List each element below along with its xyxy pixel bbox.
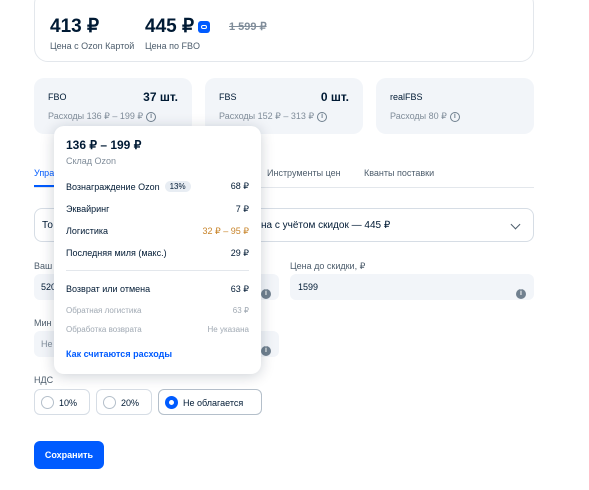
popover-row-acquiring: Эквайринг 7 ₽: [66, 204, 249, 216]
warehouse-expenses-text: Расходы 152 ₽ – 313 ₽: [219, 111, 315, 121]
popover-row-label: Логистика: [66, 226, 109, 236]
fbo-price-row: 445 ₽: [145, 15, 211, 38]
popover-row-label: Эквайринг: [66, 204, 110, 214]
popover-row-label: Обратная логистика: [66, 306, 142, 315]
info-icon[interactable]: i: [516, 282, 526, 300]
popover-row-value: 32 ₽ – 95 ₽: [202, 226, 249, 236]
min-price-label: Мин: [34, 318, 52, 328]
popover-row-label: Последняя миля (макс.): [66, 248, 167, 258]
price-before-discount-field[interactable]: 1599 i: [290, 274, 534, 300]
warehouse-quantity: 0 шт.: [320, 90, 349, 104]
popover-divider: [66, 270, 249, 271]
radio-circle: [103, 396, 116, 409]
price-summary-card: 413 ₽ Цена с Ozon Картой 445 ₽ Цена по F…: [34, 0, 534, 62]
ozon-card-price: 413 ₽: [50, 16, 100, 37]
vat-label: НДС: [34, 375, 54, 385]
warehouse-name: FBS: [219, 92, 237, 102]
old-price: 1 599 ₽: [229, 21, 267, 33]
popover-row-label: Вознаграждение Ozon 13%: [66, 181, 191, 192]
popover-row-logistics: Логистика 32 ₽ – 95 ₽: [66, 226, 249, 238]
tab-price-management[interactable]: Упра: [34, 168, 54, 178]
min-price-value: Не: [41, 339, 53, 349]
popover-row-value: 63 ₽: [232, 306, 249, 315]
info-icon[interactable]: i: [146, 111, 157, 122]
popover-title: 136 ₽ – 199 ₽: [66, 138, 142, 152]
commission-label: Вознаграждение Ozon: [66, 181, 160, 192]
expenses-info-link[interactable]: Как считаются расходы: [66, 349, 172, 359]
vat-option-label: 20%: [121, 398, 140, 408]
popover-row-value: 63 ₽: [230, 284, 249, 294]
warehouse-expenses: Расходы 80 ₽ i: [390, 111, 460, 122]
popover-row-return: Возврат или отмена 63 ₽: [66, 284, 249, 296]
fbo-price-block: 445 ₽ Цена по FBO: [145, 15, 211, 51]
info-icon[interactable]: i: [317, 111, 328, 122]
warehouse-card-realfbs[interactable]: realFBS Расходы 80 ₽ i: [376, 78, 534, 134]
tab-price-tools[interactable]: Инструменты цен: [267, 168, 341, 178]
chevron-down-icon: [510, 219, 521, 230]
vat-option-10[interactable]: 10%: [34, 389, 90, 415]
old-price-block: 1 599 ₽: [229, 20, 267, 33]
select-value: на с учётом скидок — 445 ₽: [261, 220, 391, 231]
warehouse-expenses-text: Расходы 80 ₽: [390, 111, 447, 121]
warehouse-quantity: 37 шт.: [143, 90, 178, 104]
popover-row-label: Возврат или отмена: [66, 284, 151, 294]
popover-row-value: 29 ₽: [230, 248, 249, 258]
fbo-price-label: Цена по FBO: [145, 41, 201, 51]
expenses-popover: 136 ₽ – 199 ₽ Склад Ozon Вознаграждение …: [54, 126, 261, 374]
warehouse-name: realFBS: [390, 92, 423, 102]
ozon-card-price-label: Цена с Ozon Картой: [50, 41, 135, 51]
warehouse-expenses: Расходы 152 ₽ – 313 ₽ i: [219, 111, 328, 122]
radio-circle: [41, 396, 54, 409]
save-button[interactable]: Сохранить: [34, 441, 104, 469]
popover-row-last-mile: Последняя миля (макс.) 29 ₽: [66, 248, 249, 260]
popover-row-value: 68 ₽: [230, 181, 249, 191]
ozon-card-icon: [198, 20, 211, 33]
price-before-discount-label: Цена до скидки, ₽: [290, 261, 366, 271]
popover-subtitle: Склад Ozon: [66, 156, 117, 166]
warehouse-expenses: Расходы 136 ₽ – 199 ₽ i: [48, 111, 157, 122]
popover-row-return-processing: Обработка возврата Не указана: [66, 325, 249, 337]
info-icon[interactable]: i: [449, 111, 460, 122]
fbo-price: 445 ₽: [145, 16, 195, 37]
tab-supply-quanta[interactable]: Кванты поставки: [364, 168, 434, 178]
commission-percent-badge: 13%: [164, 181, 191, 192]
vat-option-label: Не облагается: [183, 398, 244, 408]
vat-option-20[interactable]: 20%: [96, 389, 152, 415]
radio-circle-checked: [165, 396, 178, 409]
popover-row-reverse-logistics: Обратная логистика 63 ₽: [66, 306, 249, 318]
vat-option-label: 10%: [59, 398, 78, 408]
info-icon[interactable]: i: [261, 282, 271, 300]
popover-row-value: Не указана: [207, 325, 249, 334]
popover-row-label: Обработка возврата: [66, 325, 142, 334]
price-before-discount-value: 1599: [298, 282, 319, 292]
vat-option-none[interactable]: Не облагается: [158, 389, 262, 415]
ozon-card-price-block: 413 ₽ Цена с Ozon Картой: [50, 15, 134, 51]
popover-row-value: 7 ₽: [235, 204, 249, 214]
info-icon[interactable]: i: [261, 339, 271, 357]
your-price-label: Ваш: [34, 261, 53, 271]
warehouse-expenses-text: Расходы 136 ₽ – 199 ₽: [48, 111, 144, 121]
warehouse-name: FBO: [48, 92, 67, 102]
popover-row-commission: Вознаграждение Ozon 13% 68 ₽: [66, 181, 249, 193]
